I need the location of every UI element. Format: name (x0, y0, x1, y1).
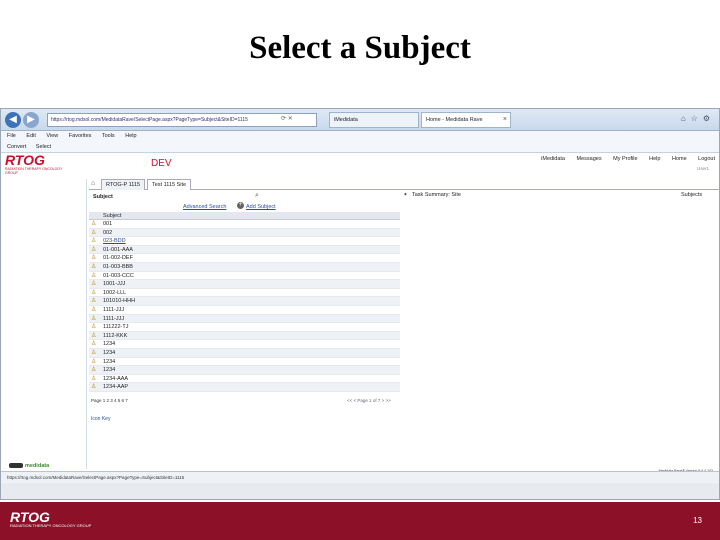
table-row[interactable]: ♙ 1234 (89, 340, 400, 349)
table-row[interactable]: ♙ 01-002-DEF (89, 254, 400, 263)
table-row[interactable]: ♙ 1234-AAP (89, 383, 400, 392)
rave-header: RTOG Radiation Therapy Oncology Group DE… (1, 152, 719, 179)
subject-icon: ♙ (91, 263, 97, 270)
link-help[interactable]: Help (649, 156, 660, 162)
table-row[interactable]: ♙ 111222-TJ (89, 323, 400, 332)
top-links: iMedidata Messages My Profile Help Home … (531, 156, 715, 162)
subject-icon: ♙ (91, 375, 97, 382)
favorites-bar: Convert Select (1, 142, 719, 153)
table-row[interactable]: ♙ 1234 (89, 348, 400, 358)
medidata-bar: medidata (1, 461, 719, 471)
table-row[interactable]: ♙ 1111-JJJ (89, 306, 400, 315)
table-row[interactable]: ♙ 01-003-CCC (89, 272, 400, 281)
forward-icon[interactable]: ▶ (23, 112, 39, 128)
subject-icon: ♙ (91, 255, 97, 262)
table-row[interactable]: ♙ 101010-HHH (89, 297, 400, 306)
menu-bar: File Edit View Favorites Tools Help (1, 131, 719, 142)
home-icon[interactable]: ⌂ (91, 180, 95, 187)
subject-icon: ♙ (91, 246, 97, 253)
link-messages[interactable]: Messages (577, 156, 602, 162)
subject-icon: ♙ (91, 229, 97, 236)
rtog-footer-logo: RTOG Radiation Therapy Oncology Group (10, 509, 92, 528)
menu-help[interactable]: Help (125, 133, 136, 139)
subject-icon: ♙ (91, 324, 97, 331)
search-icon[interactable]: ⌕ (255, 192, 259, 200)
menu-file[interactable]: File (7, 133, 16, 139)
table-row[interactable]: ♙ 1234 (89, 358, 400, 367)
environment-label: DEV (151, 158, 172, 169)
menu-tools[interactable]: Tools (102, 133, 115, 139)
subject-icon: ♙ (91, 332, 97, 339)
tab-study[interactable]: RTOG-P 1115 (101, 179, 146, 190)
table-row[interactable]: ♙ 1234-AAA (89, 375, 400, 384)
expand-arrow-icon[interactable]: ➧ (403, 191, 408, 198)
table-header: Subject (89, 212, 400, 220)
app-tabs: ⌂ RTOG-P 1115 Test 1115 Site (89, 179, 719, 190)
taskbar (1, 483, 719, 499)
browser-screenshot: ◀ ▶ https://rtog.mdsol.com/MedidataRave/… (0, 108, 720, 500)
browser-tab-label: Home - Medidata Rave (426, 117, 483, 123)
rtog-logo: RTOG Radiation Therapy Oncology Group (5, 152, 63, 175)
table-row[interactable]: ♙ 01-003-BBB (89, 262, 400, 272)
table-row[interactable]: ♙ 023-BDD (89, 237, 400, 246)
browser-tab-rave[interactable]: Home - Medidata Rave × (421, 112, 511, 128)
menu-favorites[interactable]: Favorites (69, 133, 92, 139)
url-input[interactable]: https://rtog.mdsol.com/MedidataRave/Sele… (47, 113, 317, 127)
table-row[interactable]: ♙ 1001-JJJ (89, 280, 400, 289)
subject-icon: ♙ (91, 272, 97, 279)
close-icon[interactable]: × (503, 113, 507, 127)
subject-icon: ♙ (91, 238, 97, 245)
link-logout[interactable]: Logout (698, 156, 715, 162)
left-rail (1, 179, 87, 469)
table-row[interactable]: ♙ 01-001-AAA (89, 245, 400, 255)
advanced-search-link[interactable]: Advanced Search (183, 204, 226, 210)
fav-convert[interactable]: Convert (7, 144, 26, 150)
subject-icon: ♙ (91, 349, 97, 356)
status-bar: https://rtog.mdsol.com/MedidataRave/Sele… (1, 471, 719, 483)
menu-edit[interactable]: Edit (26, 133, 35, 139)
icon-key-link[interactable]: Icon Key (91, 416, 110, 422)
slide-title: Select a Subject (249, 30, 471, 66)
browser-tab-imedidata[interactable]: iMedidata (329, 112, 419, 128)
subject-icon: ♙ (91, 367, 97, 374)
task-summary-label[interactable]: Task Summary: Site (412, 192, 461, 198)
browser-tab-label: iMedidata (334, 117, 358, 123)
pager-pages[interactable]: Page 1 2 3 4 5 6 7 (91, 398, 128, 403)
user-name: User1 (696, 166, 709, 171)
subject-search-label: Subject (93, 194, 113, 200)
medidata-logo: medidata (9, 463, 49, 469)
tab-site[interactable]: Test 1115 Site (147, 179, 192, 190)
subject-icon: ♙ (91, 306, 97, 313)
table-row[interactable]: ♙ 1111-JJJ (89, 314, 400, 324)
fav-select[interactable]: Select (36, 144, 51, 150)
refresh-icon[interactable]: ⟳ ✕ (281, 115, 293, 122)
link-my-profile[interactable]: My Profile (613, 156, 637, 162)
subject-icon: ♙ (91, 289, 97, 296)
table-row[interactable]: ♙ 002 (89, 228, 400, 238)
menu-view[interactable]: View (46, 133, 58, 139)
link-imedidata[interactable]: iMedidata (541, 156, 565, 162)
subject-icon: ♙ (91, 384, 97, 391)
subject-icon: ♙ (91, 281, 97, 288)
table-row[interactable]: ♙ 1112-KKK (89, 331, 400, 341)
subject-icon: ♙ (91, 315, 97, 322)
pager-nav[interactable]: << < Page 1 of 7 > >> (347, 398, 391, 403)
subject-icon: ♙ (91, 358, 97, 365)
back-icon[interactable]: ◀ (5, 112, 21, 128)
toolbar-icons[interactable]: ⌂☆⚙ (681, 114, 715, 123)
link-home[interactable]: Home (672, 156, 687, 162)
slide-footer: RTOG Radiation Therapy Oncology Group 13 (0, 502, 720, 540)
subject-table: Subject ♙ 001 ♙ 002 ♙ 023-BDD ♙ 01-001-AAA ♙… (89, 212, 400, 392)
subjects-label: Subjects (681, 192, 703, 198)
subject-icon: ♙ (91, 298, 97, 305)
subject-icon: ♙ (91, 221, 97, 227)
subject-icon: ♙ (91, 341, 97, 348)
address-bar: ◀ ▶ https://rtog.mdsol.com/MedidataRave/… (1, 109, 719, 131)
page-number: 13 (693, 516, 702, 525)
add-icon[interactable]: + (237, 202, 244, 209)
table-row[interactable]: ♙ 001 (89, 220, 400, 229)
add-subject-link[interactable]: Add Subject (246, 204, 276, 210)
table-row[interactable]: ♙ 1234 (89, 366, 400, 375)
table-row[interactable]: ♙ 1002-LLL (89, 289, 400, 298)
